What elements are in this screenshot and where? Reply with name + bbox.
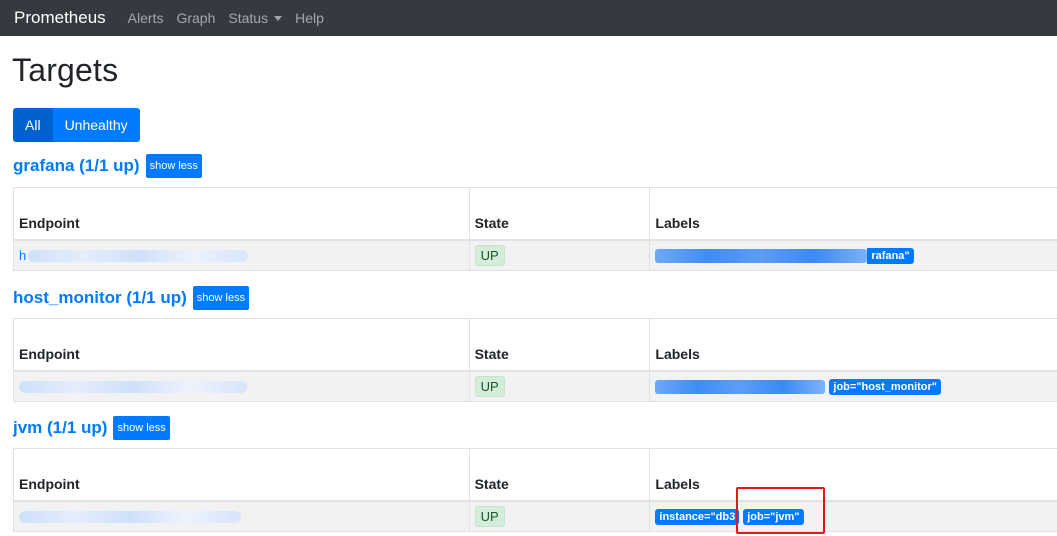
redacted-labels (655, 379, 826, 394)
label-badge-job: job="jvm" (743, 508, 804, 525)
table-row: UP job="host_monitor" (14, 372, 1057, 402)
table-header-row: Endpoint State Labels (14, 449, 1057, 502)
show-less-button[interactable]: show less (113, 416, 170, 440)
endpoint-link[interactable]: h (19, 248, 26, 263)
page-title: Targets (12, 52, 119, 88)
state-cell: UP (469, 502, 651, 532)
chevron-down-icon (274, 15, 283, 21)
targets-table-jvm: Endpoint State Labels UP instance="db3 j… (13, 448, 1057, 532)
targets-table-host-monitor: Endpoint State Labels UP job="host_monit… (13, 318, 1057, 402)
column-header-endpoint: Endpoint (14, 188, 470, 241)
filter-unhealthy-button[interactable]: Unhealthy (52, 108, 140, 142)
label-badge: job="host_monitor" (829, 378, 942, 395)
navbar: Prometheus Alerts Graph Status Help (0, 0, 1057, 36)
state-cell: UP (469, 372, 651, 402)
job-title-link[interactable]: host_monitor (1/1 up) (13, 288, 187, 308)
job-header-grafana: grafana (1/1 up) show less (13, 154, 202, 178)
redacted-endpoint (19, 380, 247, 393)
redacted-labels (655, 248, 868, 263)
state-cell: UP (469, 241, 651, 271)
labels-cell: instance="db3 job="jvm" (650, 502, 1057, 532)
table-header-row: Endpoint State Labels (14, 319, 1057, 372)
table-row: h UP rafana" (14, 241, 1057, 271)
column-header-endpoint: Endpoint (14, 449, 470, 502)
nav-graph[interactable]: Graph (176, 10, 215, 26)
endpoint-cell (14, 502, 470, 532)
redacted-endpoint (28, 249, 249, 262)
labels-cell: job="host_monitor" (650, 372, 1057, 402)
column-header-state: State (469, 319, 651, 372)
endpoint-cell: h (14, 241, 470, 271)
column-header-endpoint: Endpoint (14, 319, 470, 372)
redacted-endpoint (19, 510, 241, 523)
endpoint-cell (14, 372, 470, 402)
nav-alerts[interactable]: Alerts (128, 10, 164, 26)
job-title-link[interactable]: grafana (1/1 up) (13, 156, 140, 176)
target-filter-group: All Unhealthy (13, 108, 140, 142)
show-less-button[interactable]: show less (145, 154, 202, 178)
nav-status-dropdown[interactable]: Status (228, 10, 283, 26)
filter-all-button[interactable]: All (13, 108, 53, 142)
job-header-host-monitor: host_monitor (1/1 up) show less (13, 286, 250, 310)
nav-help[interactable]: Help (295, 10, 324, 26)
brand-link[interactable]: Prometheus (14, 8, 106, 28)
state-badge: UP (474, 506, 505, 527)
label-badge: rafana" (867, 247, 914, 264)
column-header-labels: Labels (650, 188, 1057, 241)
show-less-button[interactable]: show less (192, 286, 250, 310)
column-header-state: State (469, 449, 651, 502)
column-header-state: State (469, 188, 651, 241)
column-header-labels: Labels (650, 319, 1057, 372)
nav-status-label: Status (228, 10, 269, 26)
column-header-labels: Labels (650, 449, 1057, 502)
job-header-jvm: jvm (1/1 up) show less (13, 416, 170, 440)
table-header-row: Endpoint State Labels (14, 188, 1057, 241)
state-badge: UP (474, 245, 505, 266)
state-badge: UP (474, 376, 505, 397)
label-badge-instance: instance="db3 (655, 508, 740, 525)
labels-cell: rafana" (650, 241, 1057, 271)
targets-table-grafana: Endpoint State Labels h UP rafana" (13, 187, 1057, 271)
job-title-link[interactable]: jvm (1/1 up) (13, 418, 107, 438)
table-row: UP instance="db3 job="jvm" (14, 502, 1057, 532)
